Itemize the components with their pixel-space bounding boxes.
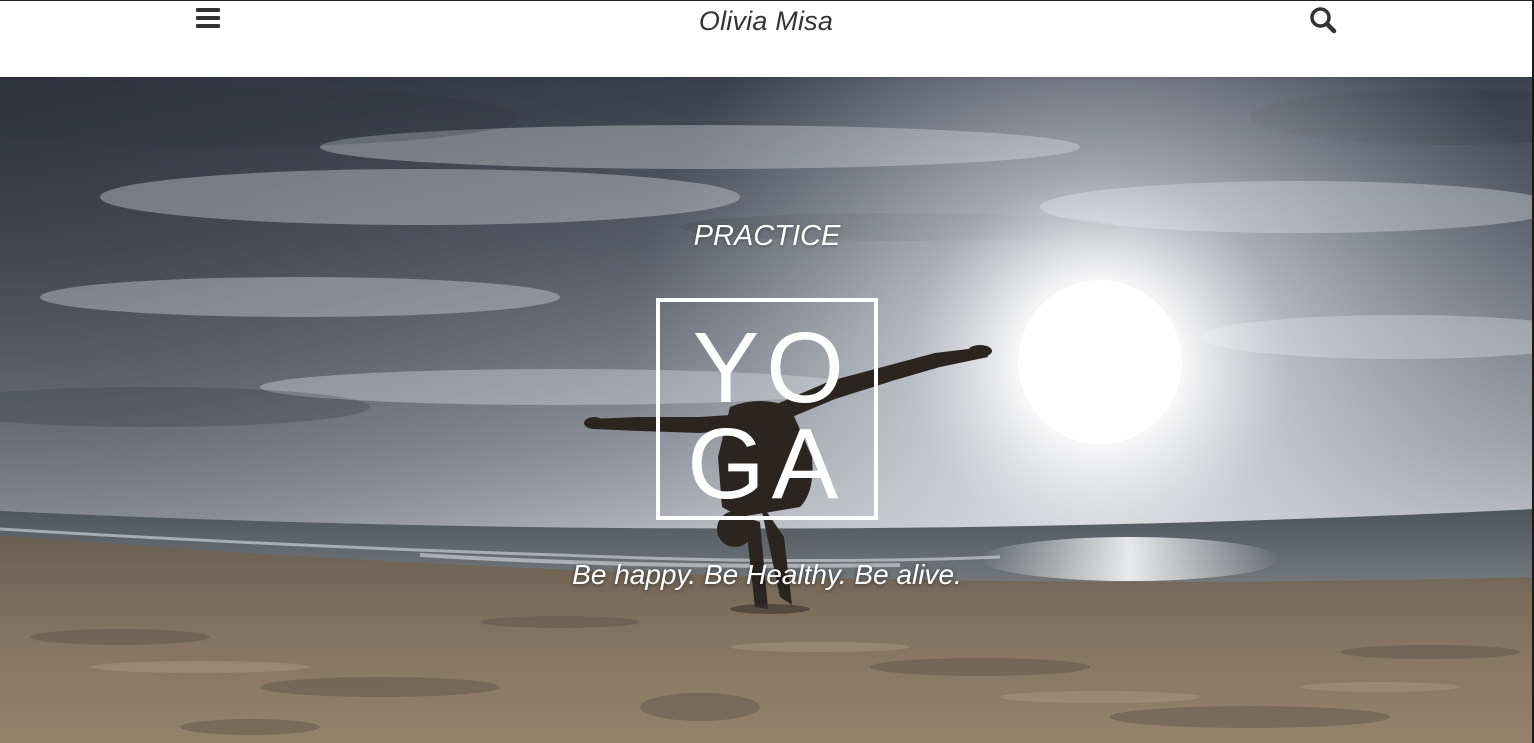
logo-letter-y: Y xyxy=(692,312,760,424)
logo-letter-o: O xyxy=(766,312,844,424)
logo-letter-g: G xyxy=(687,408,765,520)
hero-content: PRACTICE Y O G A Be happy. Be Healthy. B… xyxy=(0,77,1534,743)
search-icon[interactable] xyxy=(1308,5,1338,35)
logo-letter-a: A xyxy=(771,408,839,520)
site-title[interactable]: Olivia Misa xyxy=(0,6,1532,37)
hero-banner: PRACTICE Y O G A Be happy. Be Healthy. B… xyxy=(0,77,1534,743)
hero-kicker: PRACTICE xyxy=(693,220,841,252)
site-header: Olivia Misa xyxy=(0,0,1533,77)
hero-tagline: Be happy. Be Healthy. Be alive. xyxy=(572,559,962,590)
yoga-logo: Y O G A xyxy=(656,298,878,520)
page: Olivia Misa PRACTICE Y O G A Be happy. B… xyxy=(0,0,1534,743)
